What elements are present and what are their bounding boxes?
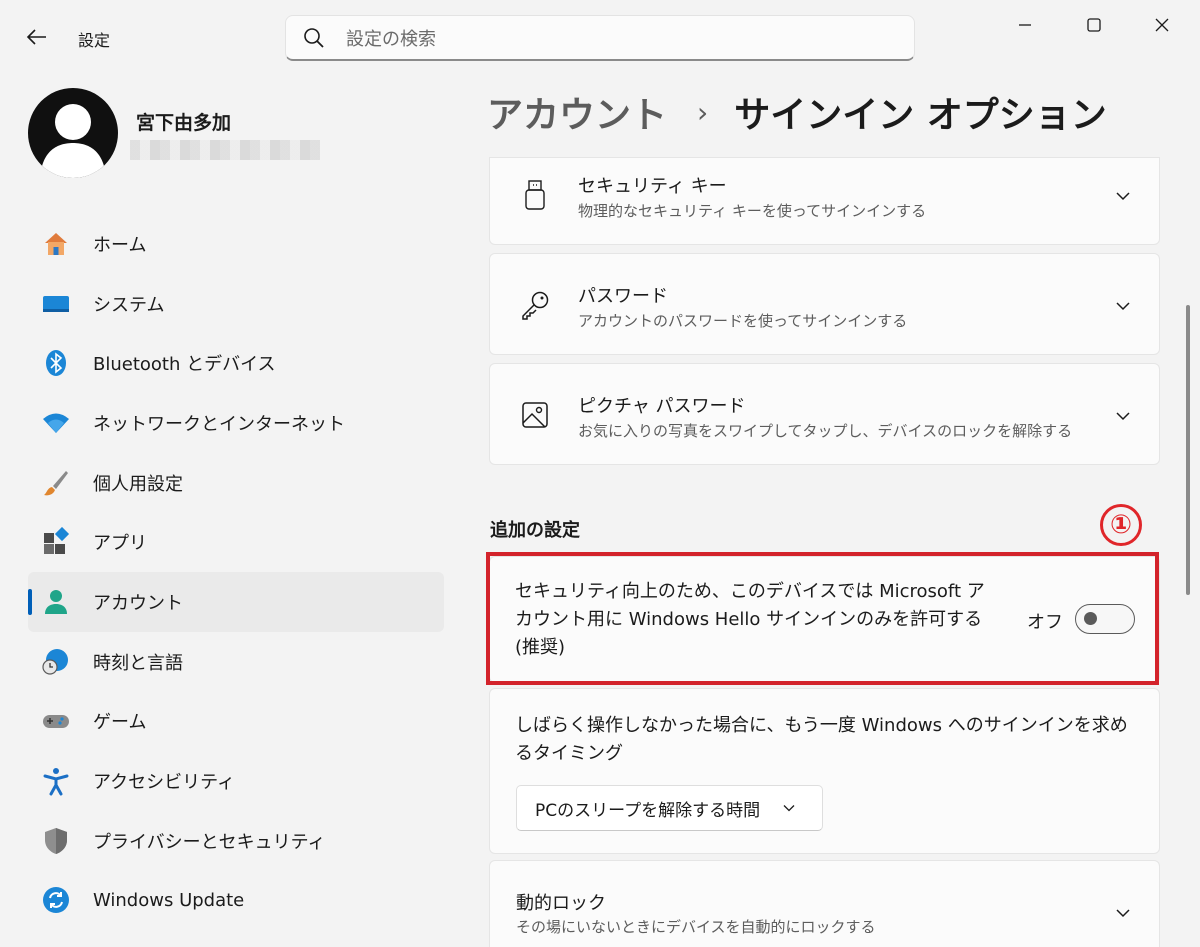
highlight-box <box>486 552 1159 685</box>
sidebar-item-label: アカウント <box>93 592 183 614</box>
time-language-icon <box>41 647 71 677</box>
search-input[interactable]: 設定の検索 <box>346 25 436 51</box>
sidebar-item-privacy-security[interactable]: プライバシーとセキュリティ <box>28 811 444 871</box>
sidebar-item-label: Bluetooth とデバイス <box>93 354 276 376</box>
search-box[interactable]: 設定の検索 <box>285 15 915 61</box>
card-description: その場にいないときにデバイスを自動的にロックする <box>516 918 876 936</box>
update-icon <box>41 885 71 915</box>
wifi-icon <box>41 408 71 438</box>
chevron-down-icon[interactable] <box>1113 296 1133 316</box>
user-name: 宮下由多加 <box>136 112 232 134</box>
sidebar-item-label: 時刻と言語 <box>93 652 183 674</box>
sidebar-item-label: ネットワークとインターネット <box>93 413 345 435</box>
apps-icon <box>41 527 71 557</box>
card-title: セキュリティ キー <box>578 176 727 197</box>
breadcrumb-parent[interactable]: アカウント <box>487 86 667 138</box>
sidebar-item-label: アプリ <box>93 533 147 555</box>
search-icon <box>304 27 324 48</box>
sidebar-item-label: 個人用設定 <box>93 473 183 495</box>
sidebar-item-label: アクセシビリティ <box>93 772 236 794</box>
minimize-icon <box>1019 24 1031 26</box>
card-title: 動的ロック <box>516 893 606 914</box>
card-description: アカウントのパスワードを使ってサインインする <box>578 312 908 330</box>
key-icon <box>518 288 552 322</box>
sidebar-item-label: プライバシーとセキュリティ <box>93 831 326 853</box>
chevron-down-icon <box>782 800 798 816</box>
app-title: 設定 <box>78 31 111 50</box>
chevron-down-icon[interactable] <box>1113 903 1133 923</box>
card-title: パスワード <box>578 286 668 307</box>
sidebar-item-label: ゲーム <box>93 712 147 734</box>
bluetooth-icon <box>41 348 71 378</box>
sidebar-item-accessibility[interactable]: アクセシビリティ <box>28 751 444 811</box>
user-email-redacted <box>130 140 320 160</box>
home-icon <box>41 229 71 259</box>
sidebar-item-label: ホーム <box>93 234 147 256</box>
sidebar-item-home[interactable]: ホーム <box>28 214 444 274</box>
signin-timeout-dropdown[interactable]: PCのスリープを解除する時間 <box>516 785 823 831</box>
sidebar-item-personalization[interactable]: 個人用設定 <box>28 453 444 513</box>
title-bar: 設定 設定の検索 <box>0 0 1200 76</box>
maximize-icon <box>1087 18 1101 32</box>
system-icon <box>41 289 71 319</box>
dynamic-lock-card[interactable]: 動的ロック その場にいないときにデバイスを自動的にロックする <box>489 860 1160 947</box>
shield-icon <box>41 826 71 856</box>
sidebar-item-windows-update[interactable]: Windows Update <box>28 871 444 931</box>
card-description: お気に入りの写真をスワイプしてタップし、デバイスのロックを解除する <box>578 422 1073 440</box>
picture-icon <box>518 398 552 432</box>
accessibility-icon <box>41 766 71 796</box>
close-button[interactable] <box>1142 10 1182 40</box>
section-title: 追加の設定 <box>490 520 580 541</box>
sidebar-item-system[interactable]: システム <box>28 274 444 334</box>
avatar[interactable] <box>28 88 118 178</box>
annotation-marker: ① <box>1100 504 1142 546</box>
user-silhouette-icon <box>40 104 106 178</box>
card-title: ピクチャ パスワード <box>578 396 746 417</box>
back-button[interactable] <box>22 22 52 52</box>
sidebar-item-accounts[interactable]: アカウント <box>28 572 444 632</box>
sidebar-item-bluetooth[interactable]: Bluetooth とデバイス <box>28 333 444 393</box>
account-icon <box>41 587 71 617</box>
selection-indicator <box>28 589 32 616</box>
chevron-down-icon[interactable] <box>1113 406 1133 426</box>
card-description: 物理的なセキュリティ キーを使ってサインインする <box>578 202 927 220</box>
sidebar-item-time-language[interactable]: 時刻と言語 <box>28 632 444 692</box>
signin-timeout-text: しばらく操作しなかった場合に、もう一度 Windows へのサインインを求めるタ… <box>515 715 1128 764</box>
arrow-left-icon <box>26 29 46 45</box>
sidebar-item-gaming[interactable]: ゲーム <box>28 692 444 752</box>
scrollbar-thumb[interactable] <box>1186 305 1190 595</box>
breadcrumb: アカウント › サインイン オプション <box>487 84 1107 140</box>
sidebar-item-label: システム <box>93 294 165 316</box>
sidebar-item-label: Windows Update <box>93 889 245 911</box>
gamepad-icon <box>41 706 71 736</box>
sidebar-item-apps[interactable]: アプリ <box>28 512 444 572</box>
dropdown-value: PCのスリープを解除する時間 <box>535 800 761 821</box>
chevron-down-icon[interactable] <box>1113 186 1133 206</box>
sidebar-item-network[interactable]: ネットワークとインターネット <box>28 393 444 453</box>
minimize-button[interactable] <box>1005 10 1045 40</box>
close-icon <box>1155 18 1169 32</box>
maximize-button[interactable] <box>1074 10 1114 40</box>
page-title: サインイン オプション <box>734 95 1107 136</box>
picture-password-card[interactable]: ピクチャ パスワード お気に入りの写真をスワイプしてタップし、デバイスのロックを… <box>489 363 1160 465</box>
password-card[interactable]: パスワード アカウントのパスワードを使ってサインインする <box>489 253 1160 355</box>
security-key-card[interactable]: セキュリティ キー 物理的なセキュリティ キーを使ってサインインする <box>489 157 1160 245</box>
brush-icon <box>41 468 71 498</box>
sidebar-nav: ホーム システム Bluetooth とデバイス ネットワークとインターネット … <box>28 214 444 930</box>
usb-key-icon <box>518 178 552 212</box>
chevron-right-icon: › <box>697 95 709 129</box>
